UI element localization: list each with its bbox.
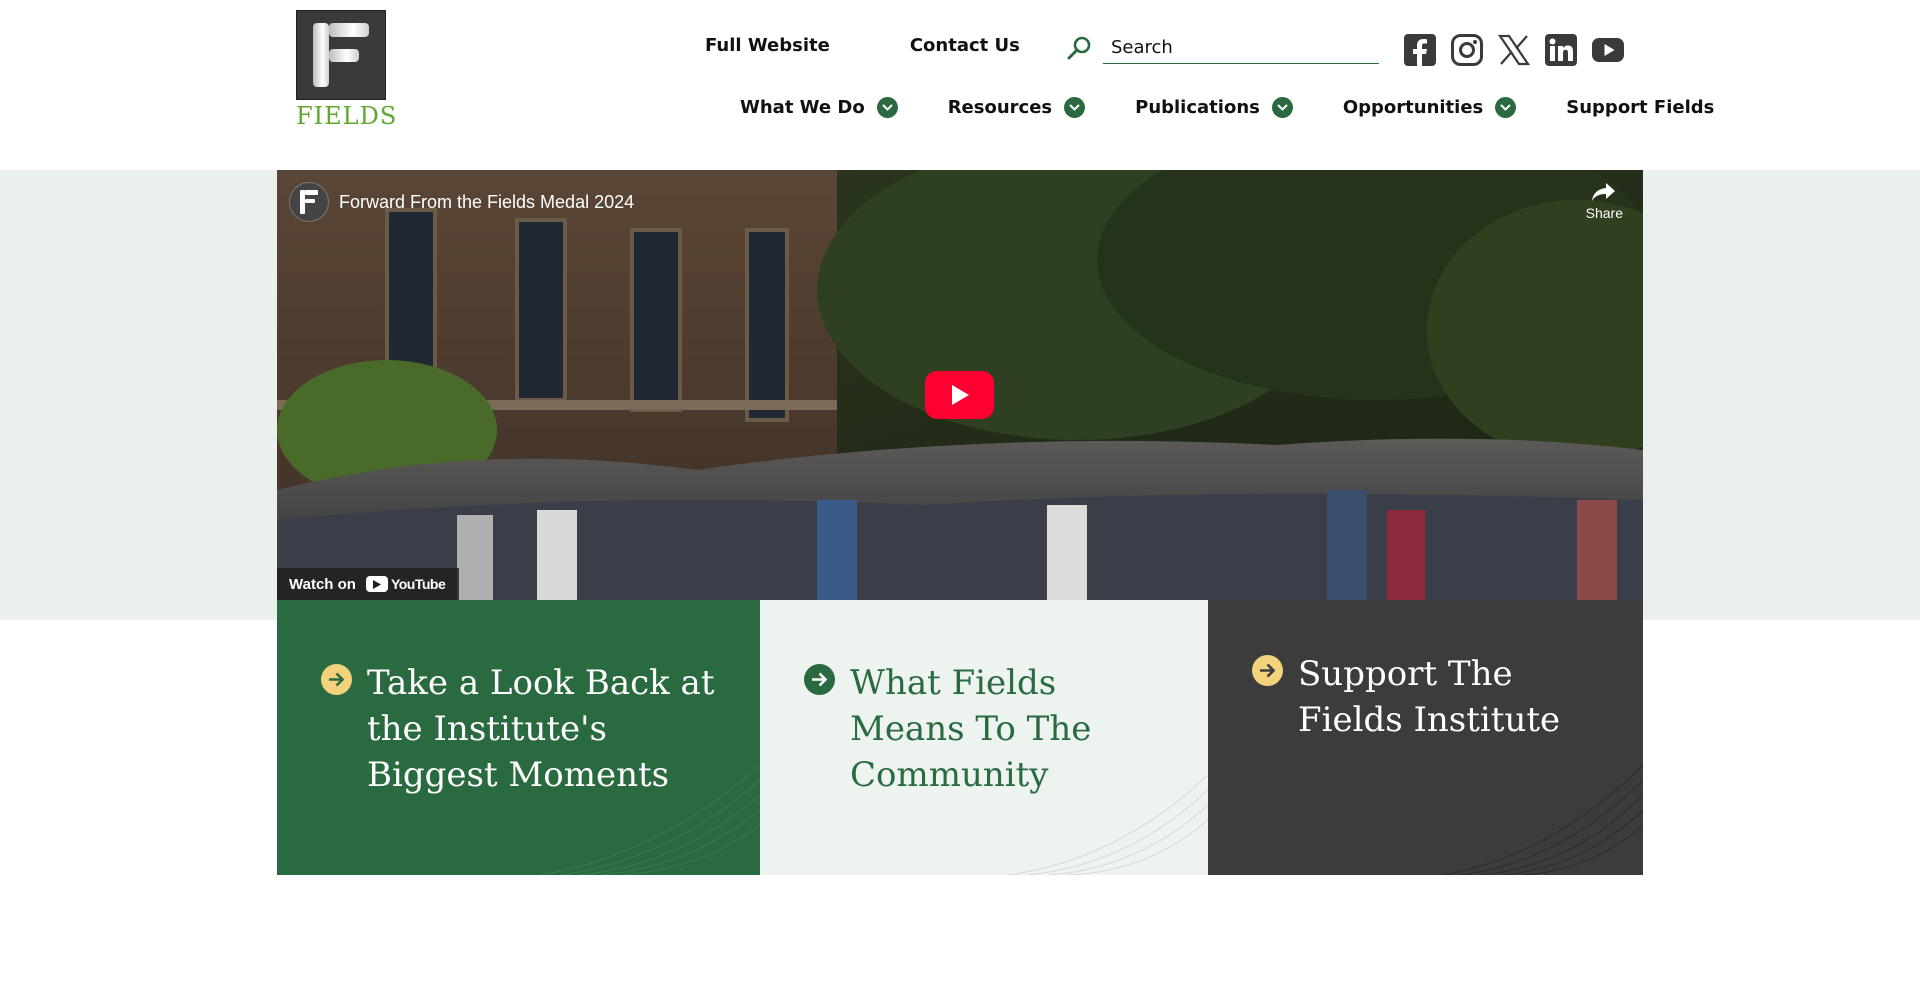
top-links: Full Website Contact Us bbox=[705, 35, 1020, 56]
nav-label: Opportunities bbox=[1342, 97, 1484, 118]
chevron-down-icon[interactable] bbox=[1271, 97, 1293, 118]
card-title: What Fields Means To The Community bbox=[850, 663, 1092, 795]
youtube-icon[interactable] bbox=[1591, 33, 1625, 67]
share-label: Share bbox=[1585, 205, 1623, 221]
search-input[interactable] bbox=[1103, 32, 1379, 64]
nav-item-opportunities[interactable]: Opportunities bbox=[1342, 97, 1517, 118]
nav-label: What We Do bbox=[740, 97, 865, 118]
watch-on-label: Watch on bbox=[289, 575, 356, 593]
youtube-logo: YouTube bbox=[365, 576, 446, 592]
main-nav: What We Do Resources Publications Opport… bbox=[740, 97, 1714, 118]
share-button[interactable]: Share bbox=[1586, 182, 1623, 221]
nav-label: Publications bbox=[1135, 97, 1260, 118]
play-icon bbox=[951, 385, 969, 405]
nav-label: Resources bbox=[947, 97, 1053, 118]
youtube-wordmark: YouTube bbox=[390, 576, 446, 592]
contact-us-link[interactable]: Contact Us bbox=[910, 35, 1020, 56]
full-website-link[interactable]: Full Website bbox=[705, 35, 830, 56]
video-embed[interactable]: Forward From the Fields Medal 2024 Share… bbox=[277, 170, 1643, 600]
instagram-icon[interactable] bbox=[1450, 33, 1484, 67]
youtube-play-icon bbox=[365, 576, 388, 592]
nav-item-support-fields[interactable]: Support Fields bbox=[1566, 97, 1714, 118]
chevron-down-icon[interactable] bbox=[1495, 97, 1517, 118]
x-icon[interactable] bbox=[1497, 33, 1531, 67]
card-look-back[interactable]: Take a Look Back at the Institute's Bigg… bbox=[277, 600, 760, 875]
logo-mark bbox=[296, 10, 386, 100]
nav-item-resources[interactable]: Resources bbox=[947, 97, 1086, 118]
card-what-fields-means[interactable]: What Fields Means To The Community bbox=[760, 600, 1208, 875]
facebook-icon[interactable] bbox=[1403, 33, 1437, 67]
fields-logo[interactable]: FIELDS bbox=[296, 10, 398, 130]
nav-item-what-we-do[interactable]: What We Do bbox=[740, 97, 898, 118]
decorative-lines bbox=[1443, 764, 1643, 875]
search-bar bbox=[1065, 32, 1379, 64]
search-icon[interactable] bbox=[1065, 34, 1093, 62]
share-icon bbox=[1592, 183, 1616, 201]
card-title: Support The Fields Institute bbox=[1298, 654, 1561, 740]
watch-on-youtube[interactable]: Watch on YouTube bbox=[277, 568, 460, 600]
chevron-down-icon[interactable] bbox=[1064, 97, 1086, 118]
logo-wordmark: FIELDS bbox=[296, 102, 398, 130]
channel-avatar[interactable] bbox=[289, 182, 329, 222]
arrow-right-icon bbox=[1252, 655, 1283, 686]
arrow-right-icon bbox=[321, 664, 352, 695]
linkedin-icon[interactable] bbox=[1544, 33, 1578, 67]
play-button[interactable] bbox=[925, 371, 994, 419]
card-title: Take a Look Back at the Institute's Bigg… bbox=[367, 663, 715, 795]
social-links bbox=[1403, 33, 1625, 67]
card-support-fields[interactable]: Support The Fields Institute bbox=[1208, 600, 1643, 875]
nav-label: Support Fields bbox=[1566, 97, 1715, 118]
nav-item-publications[interactable]: Publications bbox=[1135, 97, 1293, 118]
arrow-right-icon bbox=[804, 664, 835, 695]
video-title[interactable]: Forward From the Fields Medal 2024 bbox=[339, 192, 634, 213]
chevron-down-icon[interactable] bbox=[876, 97, 898, 118]
